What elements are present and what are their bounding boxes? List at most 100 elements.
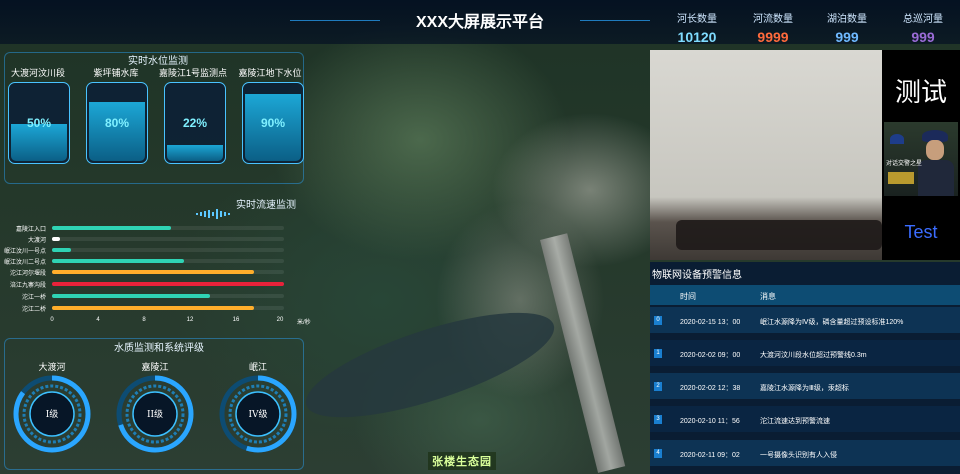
gauge-fill — [167, 145, 223, 161]
flow-category-label: 岷江汶川一号点 — [3, 249, 46, 255]
stat-label: 河长数量 — [677, 14, 717, 25]
gauge-fill — [89, 102, 145, 161]
water-gauge-card[interactable]: 80% — [86, 82, 148, 164]
water-gauge-card[interactable]: 50% — [8, 82, 70, 164]
wave-icon — [196, 209, 230, 219]
flow-category-label: 涪江九寨沟段 — [9, 283, 46, 289]
stat-lakes: 湖泊数量 999 — [812, 10, 882, 45]
flow-track — [52, 282, 284, 286]
flow-category-label: 沱江一桥 — [21, 295, 46, 301]
flow-title: 实时流速监测 — [236, 200, 296, 211]
stat-rivers: 河流数量 9999 — [738, 10, 808, 45]
stat-river-chiefs: 河长数量 10120 — [662, 10, 732, 45]
flow-x-tick: 16 — [232, 317, 240, 323]
ring-grade: I级 — [46, 408, 59, 420]
flow-unit-label: 米/秒 — [297, 320, 311, 326]
officer-face — [926, 140, 944, 160]
gauge-percent: 90% — [260, 116, 286, 130]
side-caption: Test — [904, 222, 938, 242]
quality-ring[interactable]: IV级 — [218, 374, 298, 454]
flow-x-tick: 0 — [50, 317, 54, 323]
officer-body — [918, 160, 954, 196]
alert-row[interactable]: 2 2020-02-02 12：38 嘉陵江水源降为Ⅲ级，汞超标 — [650, 373, 960, 399]
flow-track — [52, 226, 284, 230]
alert-message: 嘉陵江水源降为Ⅲ级，汞超标 — [760, 385, 849, 392]
stat-value: 999 — [835, 29, 859, 45]
stat-label: 总巡河量 — [903, 14, 943, 25]
page-title: XXX大屏展示平台 — [415, 14, 545, 31]
alert-message: 沱江流速达到预警流速 — [760, 418, 830, 425]
gauge-name: 嘉陵江1号监测点 — [158, 68, 227, 78]
side-title: 测试 — [894, 78, 947, 108]
flow-bar[interactable] — [52, 294, 210, 298]
flow-bar[interactable] — [52, 259, 184, 263]
flow-track — [52, 270, 284, 274]
officer-photo: 对话交警之星 — [884, 122, 958, 196]
flow-x-tick: 4 — [96, 317, 100, 323]
gauge-percent: 50% — [26, 116, 52, 130]
promo-side-panel[interactable]: 测试 对话交警之星 Test — [882, 50, 960, 260]
row-index-badge: 1 — [654, 349, 662, 358]
water-gauge-card[interactable]: 22% — [164, 82, 226, 164]
quality-ring[interactable]: II级 — [115, 374, 195, 454]
alert-row[interactable]: 3 2020-02-10 11：56 沱江流速达到预警流速 — [650, 406, 960, 432]
ring-name: 大渡河 — [38, 362, 66, 372]
flow-track — [52, 306, 284, 310]
alert-message: 岷江水源降为Ⅳ级，磷含量超过预设标准120% — [760, 319, 904, 326]
flow-x-tick: 8 — [142, 317, 146, 323]
gauge-name: 紫坪铺水库 — [93, 68, 139, 78]
flow-bar[interactable] — [52, 248, 71, 252]
video-device-shape — [676, 220, 882, 250]
gauge-name: 嘉陵江地下水位 — [238, 68, 302, 78]
photo-badge — [888, 172, 914, 184]
alert-message: 大渡河汶川段水位超过预警线0.3m — [760, 352, 867, 359]
flow-track — [52, 237, 284, 241]
ring-name: 岷江 — [248, 362, 267, 372]
flow-track — [52, 259, 284, 263]
map-river — [295, 291, 565, 439]
quality-ring[interactable]: I级 — [12, 374, 92, 454]
ring-grade: II级 — [147, 408, 163, 420]
map-place-label: 张楼生态园 — [428, 452, 496, 470]
flow-bar[interactable] — [52, 306, 254, 310]
gauge-percent: 22% — [182, 116, 208, 130]
alert-row[interactable]: 0 2020-02-15 13：00 岷江水源降为Ⅳ级，磷含量超过预设标准120… — [650, 307, 960, 333]
row-index-badge: 0 — [654, 316, 662, 325]
flow-category-label: 嘉陵江入口 — [15, 227, 46, 233]
alert-row[interactable]: 4 2020-02-11 09：02 一号摄像头识别有人入侵 — [650, 440, 960, 466]
header-bar: XXX大屏展示平台 河长数量 10120 河流数量 9999 湖泊数量 999 … — [0, 0, 960, 45]
alert-time: 2020-02-11 09：02 — [680, 452, 740, 459]
flow-bar[interactable] — [52, 282, 284, 286]
water-gauge-card[interactable]: 90% — [242, 82, 304, 164]
photo-caption: 对话交警之星 — [886, 161, 923, 167]
audio-wave-deco — [196, 206, 236, 219]
flow-category-label: 大渡河 — [27, 238, 46, 244]
stat-value: 10120 — [677, 29, 717, 45]
alerts-title: 物联网设备预警信息 — [652, 270, 742, 281]
stat-patrols: 总巡河量 999 — [888, 10, 958, 45]
alert-time: 2020-02-02 12：38 — [680, 385, 741, 392]
header-deco-line-left — [290, 20, 380, 21]
gauge-percent: 80% — [104, 116, 130, 130]
row-index-badge: 3 — [654, 415, 662, 424]
alerts-panel: 物联网设备预警信息 时间 消息 0 2020-02-15 13：00 岷江水源降… — [650, 262, 960, 474]
flow-track — [52, 248, 284, 252]
alert-row[interactable]: 1 2020-02-02 09：00 大渡河汶川段水位超过预警线0.3m — [650, 340, 960, 366]
stat-value: 999 — [911, 29, 935, 45]
flow-category-label: 沱江二桥 — [21, 307, 46, 313]
alert-message: 一号摄像头识别有人入侵 — [760, 452, 837, 459]
column-header-time: 时间 — [680, 292, 696, 301]
alert-time: 2020-02-02 09：00 — [680, 352, 741, 359]
stat-label: 河流数量 — [753, 14, 793, 25]
row-index-badge: 4 — [654, 449, 662, 458]
alerts-table-header: 时间 消息 — [650, 285, 960, 305]
flow-category-label: 岷江汶川二号点 — [3, 260, 46, 266]
flow-category-label: 沱江河尔堰段 — [9, 271, 46, 277]
gauge-name: 大渡河汶川段 — [10, 68, 65, 78]
camera-video-feed[interactable] — [650, 50, 882, 260]
column-header-message: 消息 — [760, 292, 776, 301]
flow-x-tick: 20 — [276, 317, 284, 323]
flow-bar[interactable] — [52, 226, 171, 230]
flow-bar[interactable] — [52, 270, 254, 274]
flow-bar[interactable] — [52, 237, 60, 241]
